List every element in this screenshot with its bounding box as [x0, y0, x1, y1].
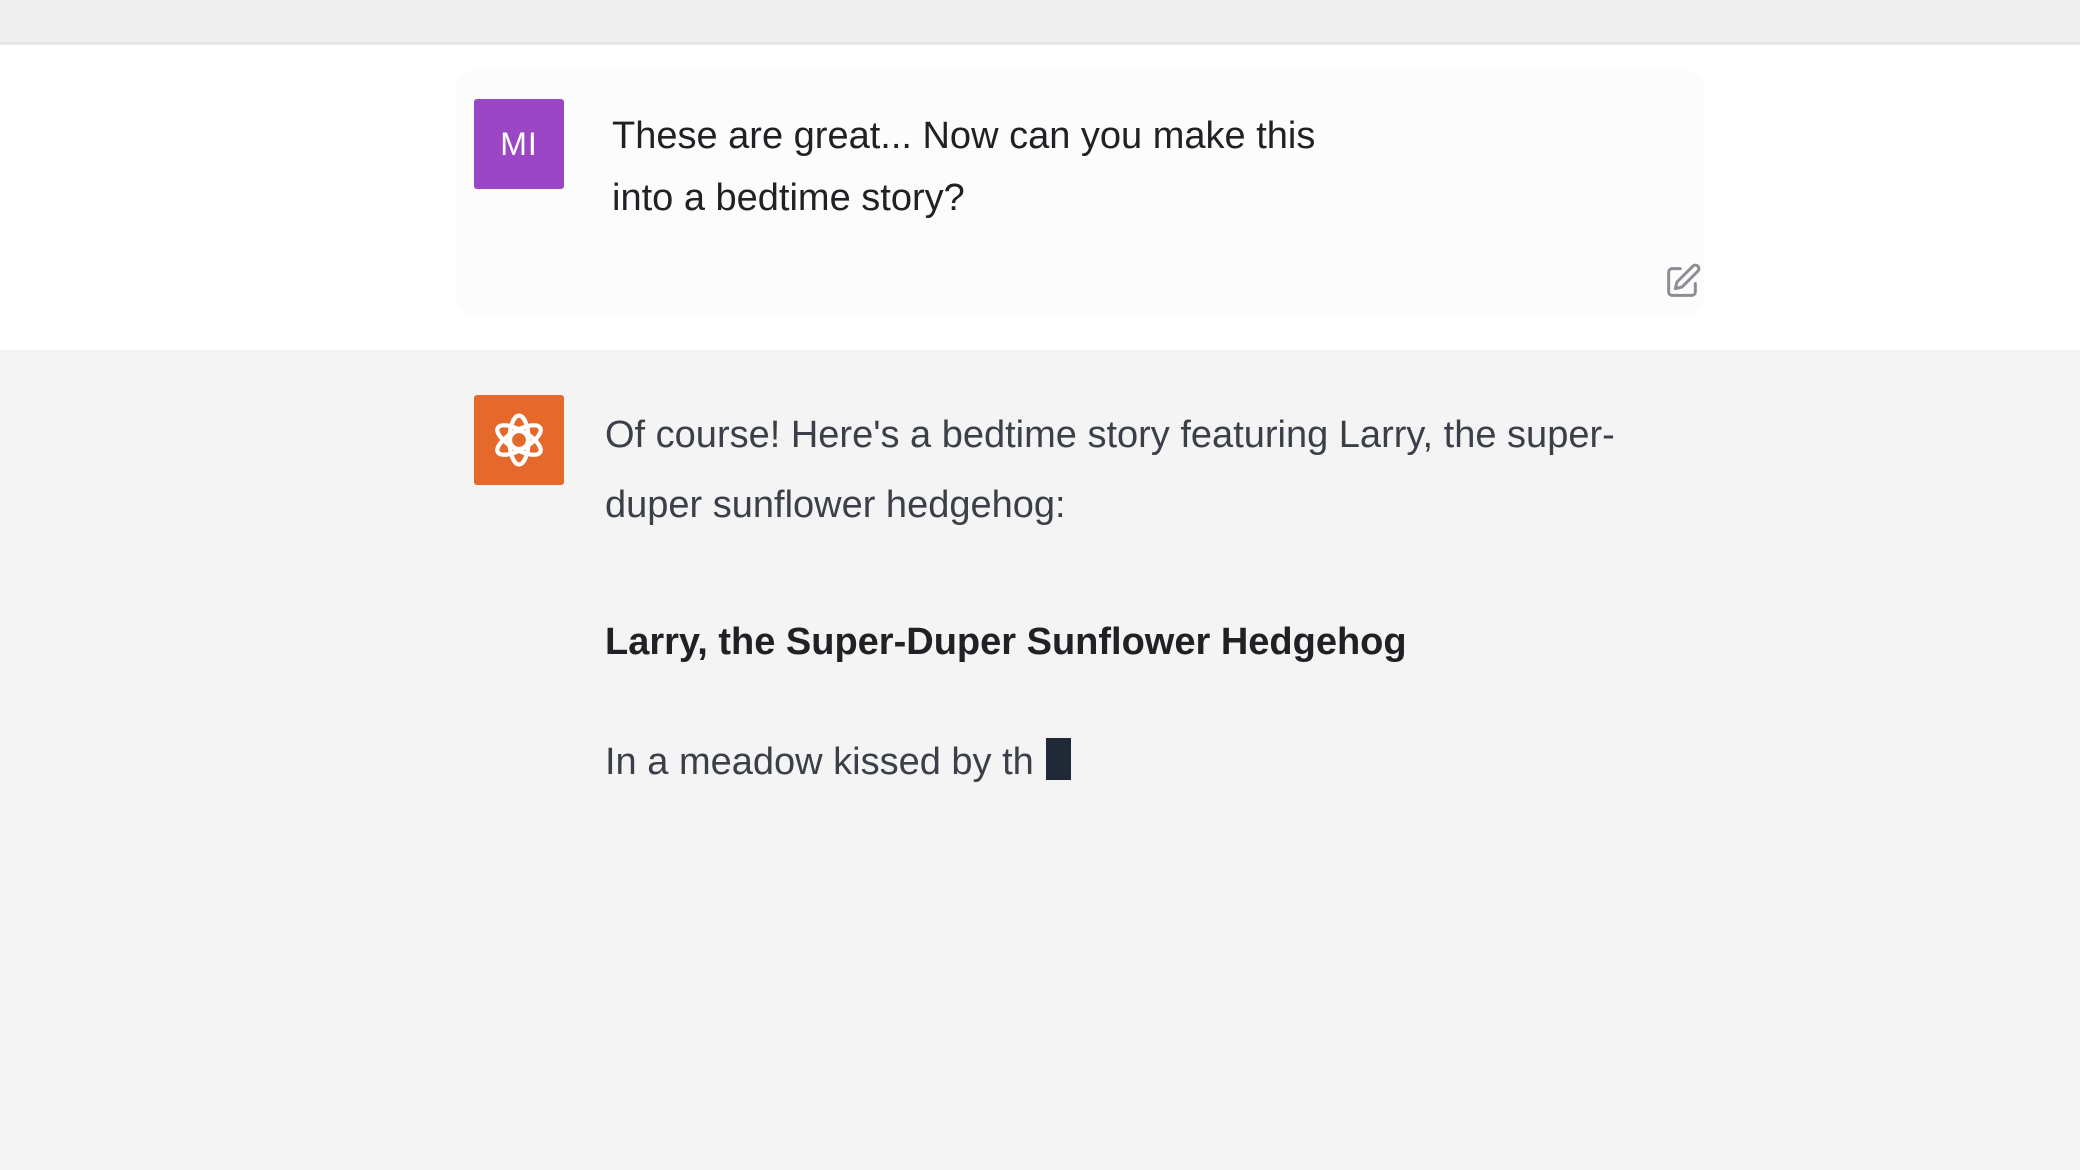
user-message-text: These are great... Now can you make this… — [612, 115, 1316, 219]
story-text: In a meadow kissed by th — [605, 741, 1034, 783]
assistant-intro-text: Of course! Here's a bedtime story featur… — [605, 414, 1615, 526]
user-avatar: MI — [474, 99, 564, 189]
openai-logo-icon — [495, 413, 543, 467]
story-title: Larry, the Super-Duper Sunflower Hedgeho… — [605, 621, 1407, 663]
edit-message-button[interactable] — [1660, 260, 1704, 304]
typing-cursor — [1045, 738, 1071, 780]
edit-icon — [1667, 263, 1701, 297]
story-paragraph: In a meadow kissed by th — [605, 734, 1071, 790]
top-bar — [0, 0, 2080, 45]
assistant-avatar — [474, 395, 564, 485]
